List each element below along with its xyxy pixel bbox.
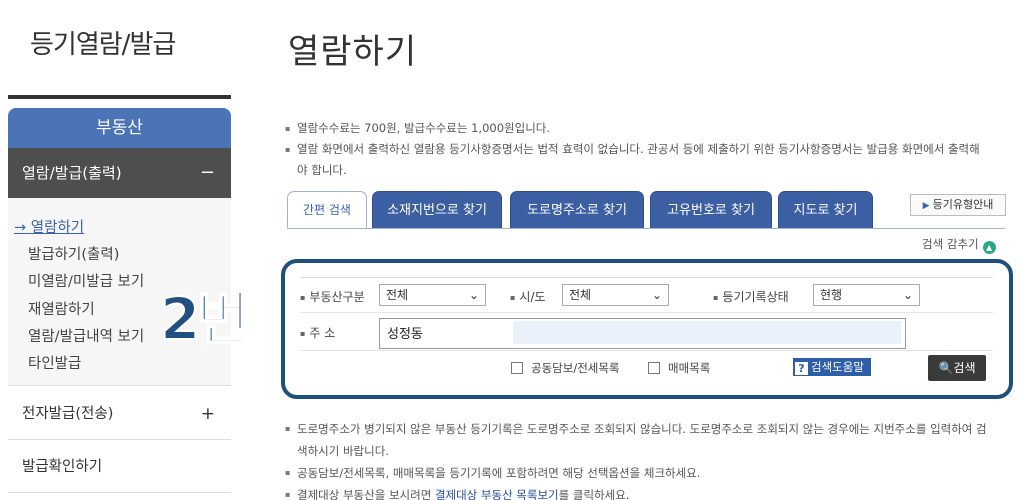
form-divider bbox=[300, 312, 993, 313]
note-item: 공동담보/전세목록, 매매목록을 등기기록에 포함하려면 해당 선택옵션을 체크… bbox=[285, 462, 995, 484]
sidebar-subitem-view[interactable]: → 열람하기 bbox=[14, 216, 84, 237]
form-divider bbox=[300, 350, 993, 351]
record-status-select[interactable]: 현행 ⌄ bbox=[813, 284, 920, 306]
sidebar-title: 등기열람/발급 bbox=[30, 30, 176, 60]
tab-unique-number[interactable]: 고유번호로 찾기 bbox=[650, 191, 772, 228]
search-button[interactable]: 🔍검색 bbox=[928, 355, 986, 381]
chevron-down-icon: ⌄ bbox=[651, 288, 662, 302]
sidebar-subitem-other-issue[interactable]: 타인발급 bbox=[28, 352, 81, 373]
sidebar-divider bbox=[8, 95, 231, 99]
note-item: 열람수수료는 700원, 발급수수료는 1,000원입니다. bbox=[285, 118, 985, 139]
search-help-button[interactable]: ? 검색도움말 bbox=[793, 358, 871, 376]
sidebar-item-label: 열람/발급(출력) bbox=[22, 164, 122, 182]
property-type-label: 부동산구분 bbox=[300, 288, 364, 305]
info-notes: 열람수수료는 700원, 발급수수료는 1,000원입니다. 열람 화면에서 출… bbox=[285, 118, 985, 181]
note-item: 열람 화면에서 출력하신 열람용 등기사항증명서는 법적 효력이 없습니다. 관… bbox=[285, 139, 985, 181]
sidebar-item-label: 전자발급(전송) bbox=[22, 406, 114, 422]
tab-lot-address[interactable]: 소재지번으로 찾기 bbox=[372, 191, 502, 228]
page-title: 열람하기 bbox=[288, 32, 418, 72]
checkbox-icon bbox=[511, 362, 523, 374]
sidebar-item-confirm-issue[interactable]: 발급확인하기 bbox=[8, 441, 231, 493]
bottom-notes: 도로명주소가 병기되지 않은 부동산 등기기록은 도로명주소로 조회되지 않습니… bbox=[285, 418, 995, 500]
property-type-select[interactable]: 전체 ⌄ bbox=[379, 284, 486, 306]
note-item: 결제대상 부동산을 보시려면 결제대상 부동산 목록보기를 클릭하세요. bbox=[285, 484, 995, 500]
tab-simple-search[interactable]: 간편 검색 bbox=[287, 191, 367, 228]
chevron-up-icon: ▲ bbox=[982, 241, 996, 254]
address-autocomplete-highlight bbox=[513, 321, 901, 344]
address-label: 주 소 bbox=[300, 324, 335, 341]
tab-divider bbox=[287, 228, 1005, 229]
arrow-right-icon: → bbox=[14, 220, 27, 236]
city-select[interactable]: 전체 ⌄ bbox=[562, 284, 669, 306]
registry-type-guide-button[interactable]: ▶ 등기유형안내 bbox=[910, 194, 1006, 216]
collapse-icon[interactable]: − bbox=[200, 148, 215, 198]
sidebar-item-label: 발급확인하기 bbox=[22, 459, 103, 475]
sidebar-subitem-review[interactable]: 재열람하기 bbox=[28, 298, 95, 319]
sidebar-section-header[interactable]: 부동산 bbox=[8, 108, 231, 148]
question-icon: ? bbox=[795, 362, 808, 375]
record-status-label: 등기기록상태 bbox=[713, 288, 788, 305]
chevron-down-icon: ⌄ bbox=[902, 288, 913, 302]
payment-list-link[interactable]: 결제대상 부동산 목록보기 bbox=[435, 488, 559, 500]
address-value: 성정동 bbox=[387, 327, 423, 342]
annotation-label: 2번 bbox=[159, 285, 251, 353]
joint-collateral-checkbox[interactable]: 공동담보/전세목록 bbox=[511, 360, 620, 376]
checkbox-icon bbox=[648, 362, 660, 374]
search-icon: 🔍 bbox=[938, 361, 954, 375]
sale-list-checkbox[interactable]: 매매목록 bbox=[648, 360, 710, 376]
expand-icon[interactable]: + bbox=[201, 388, 215, 440]
city-label: 시/도 bbox=[510, 288, 545, 305]
sidebar-subitem-unviewed[interactable]: 미열람/미발급 보기 bbox=[28, 270, 144, 291]
sidebar-subitem-history[interactable]: 열람/발급내역 보기 bbox=[28, 325, 144, 346]
play-icon: ▶ bbox=[922, 201, 930, 211]
sidebar-subitem-issue[interactable]: 발급하기(출력) bbox=[28, 243, 119, 264]
sidebar-item-e-issue[interactable]: 전자발급(전송) + bbox=[8, 388, 231, 440]
sidebar-item-view-issue[interactable]: 열람/발급(출력) − bbox=[8, 148, 231, 198]
hide-search-toggle[interactable]: 검색 감추기 ▲ bbox=[922, 236, 996, 254]
tab-road-address[interactable]: 도로명주소로 찾기 bbox=[510, 191, 644, 228]
note-item: 도로명주소가 병기되지 않은 부동산 등기기록은 도로명주소로 조회되지 않습니… bbox=[285, 418, 995, 462]
tab-map[interactable]: 지도로 찾기 bbox=[778, 191, 873, 228]
chevron-down-icon: ⌄ bbox=[468, 288, 479, 302]
